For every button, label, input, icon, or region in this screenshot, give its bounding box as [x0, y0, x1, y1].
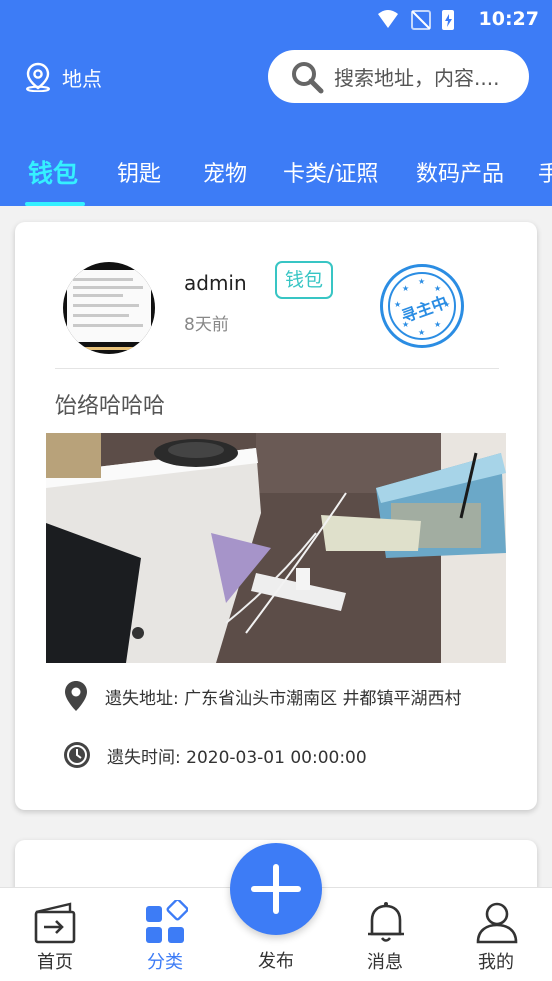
post-username: admin [184, 271, 247, 295]
active-tab-indicator [25, 202, 85, 206]
nav-mine-label: 我的 [478, 952, 514, 973]
nav-messages-label: 消息 [367, 952, 403, 973]
nav-category-label: 分类 [147, 952, 183, 973]
nav-home-label: 首页 [37, 952, 73, 973]
nav-category[interactable]: 分类 [110, 888, 220, 981]
location-selector[interactable]: 地点 [24, 62, 102, 92]
search-placeholder: 搜索地址，内容.... [334, 66, 500, 90]
tab-pets[interactable]: 宠物 [203, 156, 247, 188]
bell-icon [368, 902, 404, 942]
divider [55, 368, 499, 369]
clock-icon [64, 742, 90, 768]
stamp-label: 寻主中 [398, 292, 451, 327]
lost-time-row: 遗失时间: 2020-03-01 00:00:00 [63, 741, 367, 769]
location-label: 地点 [62, 66, 102, 91]
avatar[interactable] [63, 262, 155, 354]
location-marker-icon [65, 681, 87, 711]
post-card[interactable]: admin 8天前 钱包 ★ ★ ★ ★ ★ ★ ★ ★ 寻主中 饴络哈哈哈 遗… [15, 222, 537, 810]
nav-messages[interactable]: 消息 [330, 888, 440, 981]
home-icon [34, 902, 76, 944]
lost-address: 遗失地址: 广东省汕头市潮南区 井都镇平湖西村 [105, 688, 462, 709]
nav-mine[interactable]: 我的 [441, 888, 551, 981]
tab-digital[interactable]: 数码产品 [416, 156, 504, 188]
tab-wallet[interactable]: 钱包 [28, 154, 78, 190]
plus-icon [251, 864, 301, 914]
status-stamp: ★ ★ ★ ★ ★ ★ ★ ★ 寻主中 [380, 264, 464, 348]
category-badge: 钱包 [275, 261, 333, 299]
nav-publish-label: 发布 [258, 951, 294, 972]
category-tabs: 钱包 钥匙 宠物 卡类/证照 数码产品 手 [0, 150, 552, 206]
search-icon [292, 61, 324, 93]
search-input[interactable]: 搜索地址，内容.... [268, 50, 529, 103]
lost-time: 遗失时间: 2020-03-01 00:00:00 [107, 747, 367, 768]
post-photo[interactable] [46, 433, 506, 663]
location-pin-icon [26, 62, 50, 92]
publish-button[interactable] [230, 843, 322, 935]
nav-home[interactable]: 首页 [0, 888, 110, 981]
tab-keys[interactable]: 钥匙 [117, 156, 161, 188]
post-title: 饴络哈哈哈 [55, 394, 166, 419]
status-time: 10:27 [478, 8, 539, 30]
top-header: 10:27 地点 搜索地址，内容.... 钱包 钥匙 宠物 卡类/证照 数码产品… [0, 0, 552, 206]
user-icon [476, 902, 518, 944]
status-bar: 10:27 [0, 0, 552, 40]
post-time-ago: 8天前 [184, 315, 229, 335]
category-grid-icon [146, 900, 188, 943]
lost-address-row: 遗失地址: 广东省汕头市潮南区 井都镇平湖西村 [63, 680, 462, 712]
tab-cards[interactable]: 卡类/证照 [283, 156, 378, 188]
tab-more[interactable]: 手 [538, 156, 552, 188]
status-icons [378, 10, 454, 30]
